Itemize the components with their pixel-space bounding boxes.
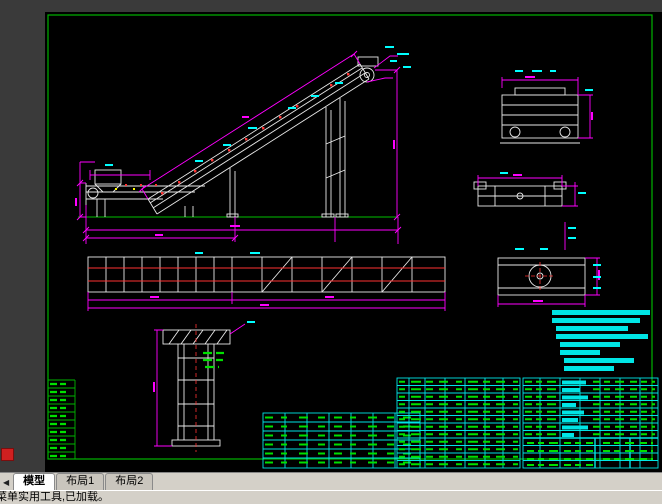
head-station-end-view bbox=[500, 88, 580, 143]
detail-callout-bars bbox=[552, 310, 650, 371]
bottom-center-table bbox=[263, 413, 420, 468]
red-marker bbox=[1, 448, 14, 461]
tab-layout2[interactable]: 布局2 bbox=[105, 473, 153, 490]
drawing-canvas[interactable] bbox=[45, 12, 662, 472]
command-line-message: 菜单实用工具,已加载。 bbox=[0, 491, 109, 504]
tab-model[interactable]: 模型 bbox=[13, 473, 55, 490]
frame-cross-section-view bbox=[474, 182, 566, 206]
centerlines bbox=[196, 262, 555, 452]
tail-station-end-view bbox=[498, 258, 585, 295]
sheet-frame bbox=[48, 15, 652, 459]
idler-marks bbox=[125, 73, 349, 194]
command-line[interactable]: 菜单实用工具,已加载。 bbox=[0, 490, 662, 504]
cad-application-window: ◀ 模型 布局1 布局2 菜单实用工具,已加载。 bbox=[0, 0, 662, 504]
tab-nav-arrow[interactable]: ◀ bbox=[0, 479, 13, 490]
parts-list-table bbox=[397, 378, 520, 468]
main-elevation-view bbox=[86, 57, 378, 217]
detail-note-text bbox=[203, 353, 229, 367]
title-block-table bbox=[523, 378, 658, 468]
dimension-text-marks bbox=[76, 77, 599, 392]
layout-tab-bar: ◀ 模型 布局1 布局2 bbox=[0, 472, 662, 490]
truss-plan-view bbox=[88, 257, 445, 292]
support-leg-detail-view bbox=[163, 330, 230, 446]
tab-layout1[interactable]: 布局1 bbox=[56, 473, 104, 490]
title-block-filled-cells bbox=[562, 381, 588, 438]
yellow-detail-marks bbox=[115, 188, 135, 190]
